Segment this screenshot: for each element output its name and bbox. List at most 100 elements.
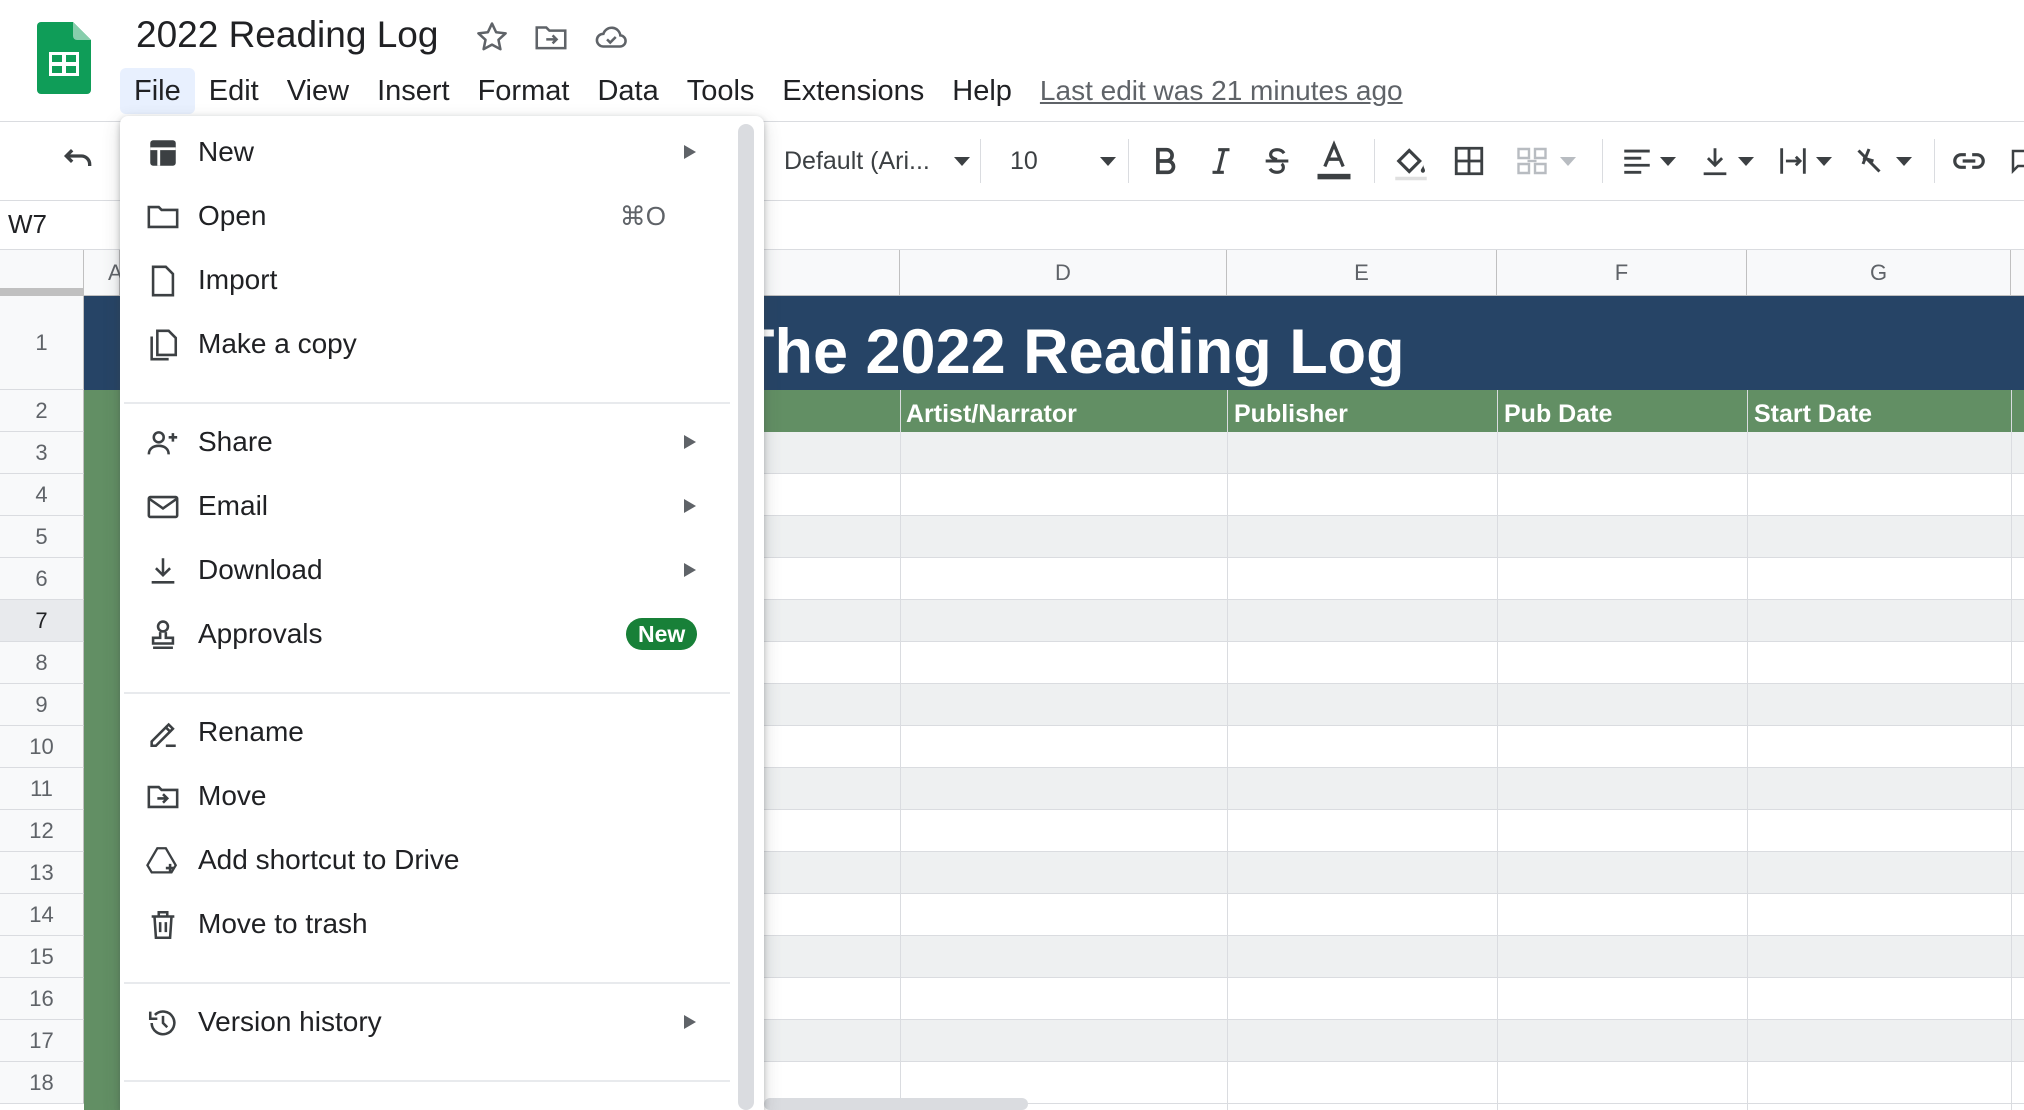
menu-edit[interactable]: Edit — [195, 68, 273, 114]
menu-item-open[interactable]: Open ⌘O — [120, 186, 730, 246]
row-header[interactable]: 18 — [0, 1062, 84, 1104]
submenu-arrow-icon — [684, 1015, 696, 1029]
sheets-logo-icon[interactable] — [37, 22, 91, 94]
row-header[interactable]: 17 — [0, 1020, 84, 1062]
font-family-value: Default (Ari... — [784, 146, 930, 175]
gridline — [1747, 390, 1748, 1110]
menu-item-label: Rename — [198, 716, 304, 747]
bold-icon[interactable] — [1148, 141, 1182, 181]
menu-item-version-history[interactable]: Version history — [120, 992, 730, 1052]
row-header[interactable]: 2 — [0, 390, 84, 432]
trash-icon — [151, 910, 175, 940]
horizontal-align-icon[interactable] — [1620, 141, 1676, 181]
chevron-down-icon — [1896, 156, 1912, 166]
menu-view[interactable]: View — [273, 68, 363, 114]
menu-extensions[interactable]: Extensions — [768, 68, 938, 114]
row-header[interactable]: 11 — [0, 768, 84, 810]
menu-item-approvals[interactable]: Approvals New — [120, 604, 730, 664]
menu-item-label: Version history — [198, 1006, 382, 1037]
toolbar-divider — [1934, 139, 1935, 183]
menu-item-label: Share — [198, 426, 273, 457]
menu-item-import[interactable]: Import — [120, 250, 730, 310]
submenu-arrow-icon — [684, 435, 696, 449]
menu-item-make-copy[interactable]: Make a copy — [120, 314, 730, 374]
header-publisher[interactable]: Publisher — [1234, 400, 1348, 429]
last-edit-link[interactable]: Last edit was 21 minutes ago — [1040, 75, 1403, 107]
font-family-select[interactable]: Default (Ari... — [784, 141, 970, 181]
insert-comment-icon[interactable] — [2008, 141, 2024, 181]
row-header[interactable]: 4 — [0, 474, 84, 516]
text-rotation-icon[interactable] — [1854, 141, 1912, 181]
font-size-value: 10 — [1010, 146, 1038, 175]
borders-icon[interactable] — [1452, 141, 1486, 181]
row-header[interactable]: 10 — [0, 726, 84, 768]
chevron-down-icon — [1560, 156, 1576, 166]
text-color-icon[interactable] — [1312, 140, 1356, 181]
horizontal-scrollbar[interactable] — [764, 1098, 1028, 1110]
font-size-select[interactable]: 10 — [1010, 141, 1116, 181]
stamp-icon — [151, 620, 175, 650]
column-header-h[interactable] — [2011, 250, 2024, 296]
row-header[interactable]: 14 — [0, 894, 84, 936]
menu-item-rename[interactable]: Rename — [120, 702, 730, 762]
text-wrapping-icon[interactable] — [1776, 141, 1832, 181]
strikethrough-icon[interactable] — [1260, 141, 1294, 181]
menu-item-new[interactable]: New — [120, 122, 730, 182]
download-icon — [151, 558, 175, 584]
menu-item-label: Move to trash — [198, 908, 368, 939]
menu-item-email[interactable]: Email — [120, 476, 730, 536]
vertical-align-icon[interactable] — [1698, 141, 1754, 181]
select-all-corner[interactable] — [0, 250, 84, 296]
chevron-down-icon — [1099, 156, 1116, 166]
row-header-selected[interactable]: 7 — [0, 600, 84, 642]
menu-help[interactable]: Help — [938, 68, 1026, 114]
menu-item-move-to-trash[interactable]: Move to trash — [120, 894, 730, 954]
column-header-e[interactable]: E — [1227, 250, 1497, 296]
menu-item-share[interactable]: Share — [120, 412, 730, 472]
name-box[interactable]: W7 — [8, 209, 47, 240]
column-header-c[interactable] — [764, 250, 900, 296]
insert-link-icon[interactable] — [1950, 141, 1988, 181]
menu-item-label: Approvals — [198, 618, 323, 649]
row-header[interactable]: 5 — [0, 516, 84, 558]
submenu-arrow-icon — [684, 499, 696, 513]
row-header[interactable]: 1 — [0, 296, 84, 390]
row-header[interactable]: 6 — [0, 558, 84, 600]
menu-item-download[interactable]: Download — [120, 540, 730, 600]
menu-tools[interactable]: Tools — [673, 68, 769, 114]
cloud-saved-icon[interactable] — [592, 18, 630, 56]
column-header-g[interactable]: G — [1747, 250, 2011, 296]
menu-format[interactable]: Format — [464, 68, 584, 114]
row-header[interactable]: 13 — [0, 852, 84, 894]
fill-color-icon[interactable] — [1390, 141, 1432, 181]
header-pub-date[interactable]: Pub Date — [1504, 400, 1612, 429]
row-header[interactable]: 9 — [0, 684, 84, 726]
gridline — [1227, 390, 1228, 1110]
column-header-d[interactable]: D — [900, 250, 1227, 296]
column-a-fill — [84, 432, 120, 1110]
menu-insert[interactable]: Insert — [363, 68, 464, 114]
row-header[interactable]: 15 — [0, 936, 84, 978]
menu-item-add-shortcut[interactable]: Add shortcut to Drive — [120, 830, 730, 890]
column-header-a[interactable]: A — [84, 250, 123, 296]
menu-data[interactable]: Data — [583, 68, 672, 114]
app-header: 2022 Reading Log File Edit View Insert F… — [0, 0, 2024, 122]
move-folder-icon[interactable] — [532, 18, 570, 56]
menu-scrollbar[interactable] — [738, 124, 754, 1110]
chevron-down-icon — [953, 156, 970, 166]
row-header[interactable]: 16 — [0, 978, 84, 1020]
row-header[interactable]: 12 — [0, 810, 84, 852]
header-start-date[interactable]: Start Date — [1754, 400, 1872, 429]
document-title[interactable]: 2022 Reading Log — [136, 14, 438, 56]
header-artist-narrator[interactable]: Artist/Narrator — [906, 400, 1077, 429]
row-header[interactable]: 8 — [0, 642, 84, 684]
history-icon — [148, 1010, 176, 1036]
menu-item-move[interactable]: Move — [120, 766, 730, 826]
file-icon — [151, 265, 175, 297]
row-header[interactable]: 3 — [0, 432, 84, 474]
undo-icon[interactable] — [58, 141, 98, 181]
star-icon[interactable] — [473, 18, 511, 56]
italic-icon[interactable] — [1204, 141, 1238, 181]
column-header-f[interactable]: F — [1497, 250, 1747, 296]
menu-file[interactable]: File — [120, 68, 195, 114]
